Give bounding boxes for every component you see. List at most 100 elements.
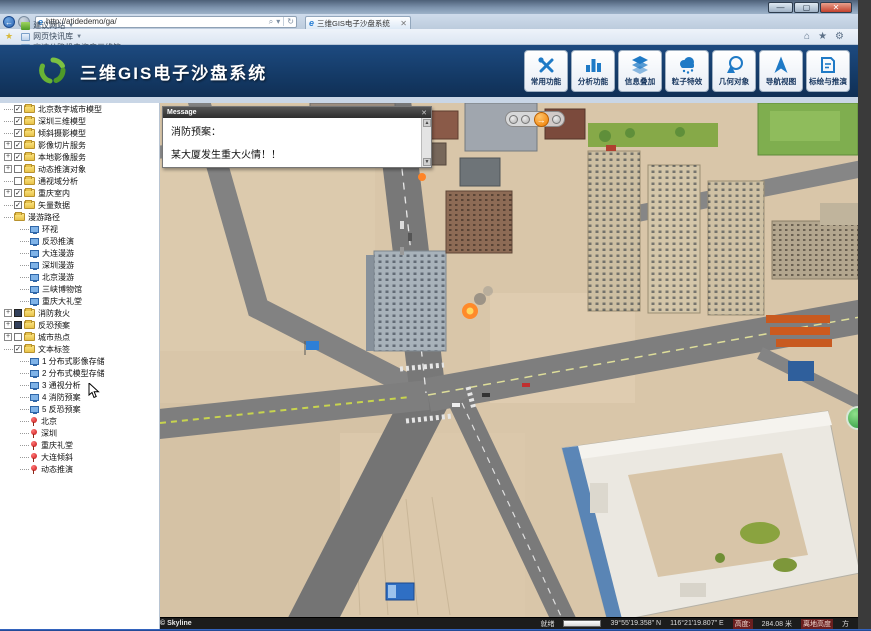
maximize-button[interactable]: ▢ [794,2,819,13]
favorites-icon[interactable]: ★ [818,31,827,42]
toolbar-button-几何对象[interactable]: 几何对象 [712,50,756,92]
folder-icon [24,189,35,197]
tree-item[interactable]: 动态推演 [0,463,159,475]
map-viewport[interactable]: Message ✕ 消防预案：某大厦发生重大火情！！ ▲ ▼ → [160,103,858,617]
tree-item[interactable]: ✓文本标签 [0,343,159,355]
expand-plus-icon[interactable]: + [4,141,12,149]
checkbox[interactable] [14,177,22,185]
search-icon[interactable]: ⌕ [269,17,273,27]
page-icon [21,33,30,41]
toolbar-button-分析功能[interactable]: 分析功能 [571,50,615,92]
expand-plus-icon[interactable]: + [4,153,12,161]
tree-item[interactable]: 反恐推演 [0,235,159,247]
tree-connector [20,265,29,266]
checkbox[interactable]: ✓ [14,105,22,113]
tree-connector [4,205,13,206]
tree-item[interactable]: 漫游路径 [0,211,159,223]
step-forward-button[interactable] [552,115,561,124]
checkbox[interactable] [14,333,22,341]
tree-item[interactable]: 2 分布式模型存储 [0,367,159,379]
expand-plus-icon[interactable]: + [4,189,12,197]
tree-item[interactable]: ✓深圳三维模型 [0,115,159,127]
tree-item-label: 反恐预案 [38,320,70,331]
message-scrollbar[interactable]: ▲ ▼ [421,118,431,167]
tree-item[interactable]: 北京漫游 [0,271,159,283]
checkbox[interactable]: ✓ [14,345,22,353]
tree-item[interactable]: 通视域分析 [0,175,159,187]
tree-item[interactable]: 北京 [0,415,159,427]
toolbar-button-信息叠加[interactable]: 信息叠加 [618,50,662,92]
checkbox[interactable]: ✓ [14,117,22,125]
tab-close-icon[interactable]: ✕ [400,19,407,28]
tree-item[interactable]: + 反恐预案 [0,319,159,331]
skyline-watermark: © Skyline [160,620,192,627]
tree-item[interactable]: 深圳漫游 [0,259,159,271]
close-button[interactable]: ✕ [820,2,852,13]
play-button[interactable]: → [534,112,549,127]
checkbox[interactable] [14,165,22,173]
minimize-button[interactable]: — [768,2,793,13]
tree-item[interactable]: ✓倾斜摄影模型 [0,127,159,139]
checkbox[interactable]: ✓ [14,189,22,197]
browser-tab[interactable]: e 三维GIS电子沙盘系统 ✕ [305,16,411,29]
toolbar-button-标绘与推演[interactable]: 标绘与推演 [806,50,850,92]
toolbar-button-label: 标绘与推演 [809,76,847,86]
chevron-down-icon[interactable]: ▼ [76,34,82,40]
tree-item[interactable]: 重庆礼堂 [0,439,159,451]
tree-item-label: 反恐推演 [42,236,74,247]
settings-gear-icon[interactable]: ⚙ [835,31,844,42]
favorite-item[interactable]: 网页快讯库▼ [21,31,128,42]
step-back-button[interactable] [509,115,518,124]
scroll-down-icon[interactable]: ▼ [423,158,431,166]
screen: — ▢ ✕ ← → e http://atidedemo/ga/ ⌕ ▾ ↻ e [0,0,871,631]
tree-item[interactable]: +✓重庆室内 [0,187,159,199]
favorite-item[interactable]: 建议网站▼ [21,20,128,31]
checkbox[interactable]: ✓ [14,141,22,149]
tree-item[interactable]: +动态推演对象 [0,163,159,175]
message-popup-titlebar[interactable]: Message ✕ [163,107,431,118]
tree-item[interactable]: +✓本地影像服务 [0,151,159,163]
expand-plus-icon[interactable]: + [4,165,12,173]
tree-item[interactable]: 重庆大礼堂 [0,295,159,307]
tree-item[interactable]: 3 通视分析 [0,379,159,391]
tree-item[interactable]: +✓影像切片服务 [0,139,159,151]
toolbar-button-label: 导航视图 [766,76,796,86]
tree-item[interactable]: 大连漫游 [0,247,159,259]
window-titlebar[interactable]: — ▢ ✕ [0,0,858,14]
tree-item[interactable]: ✓矢量数据 [0,199,159,211]
chevron-down-icon[interactable]: ▼ [68,23,74,29]
tree-item[interactable]: 大连倾斜 [0,451,159,463]
scroll-up-icon[interactable]: ▲ [423,119,431,127]
tree-item[interactable]: ✓北京数字城市模型 [0,103,159,115]
expand-plus-icon[interactable]: + [4,333,12,341]
tree-connector [20,457,29,458]
tree-item[interactable]: +消防救火 [0,307,159,319]
toolbar-button-常用功能[interactable]: 常用功能 [524,50,568,92]
message-close-icon[interactable]: ✕ [421,109,427,117]
expand-plus-icon[interactable]: + [4,321,12,329]
checkbox[interactable] [14,309,22,317]
favorite-label: 网页快讯库 [33,31,73,42]
toolbar-button-导航视图[interactable]: 导航视图 [759,50,803,92]
dropdown-icon[interactable]: ▾ [276,17,280,26]
tree-item[interactable]: 三峡博物馆 [0,283,159,295]
favorites-star-icon[interactable]: ★ [5,31,13,42]
tree-item[interactable]: 5 反恐预案 [0,403,159,415]
refresh-icon[interactable]: ↻ [287,17,294,26]
checkbox[interactable]: ✓ [14,129,22,137]
tree-item[interactable]: +城市热点 [0,331,159,343]
rewind-button[interactable] [521,115,530,124]
checkbox[interactable] [14,321,22,329]
checkbox[interactable]: ✓ [14,201,22,209]
tree-item[interactable]: 4 消防预案 [0,391,159,403]
home-icon[interactable]: ⌂ [804,31,810,42]
expand-plus-icon[interactable]: + [4,309,12,317]
folder-icon [24,321,35,329]
tree-item[interactable]: 深圳 [0,427,159,439]
tree-item-label: 重庆礼堂 [41,440,73,451]
tree-item[interactable]: 1 分布式影像存储 [0,355,159,367]
checkbox[interactable]: ✓ [14,153,22,161]
toolbar-button-粒子特效[interactable]: 粒子特效 [665,50,709,92]
status-latitude: 39°55'19.358" N [610,620,661,627]
tree-item[interactable]: 环视 [0,223,159,235]
